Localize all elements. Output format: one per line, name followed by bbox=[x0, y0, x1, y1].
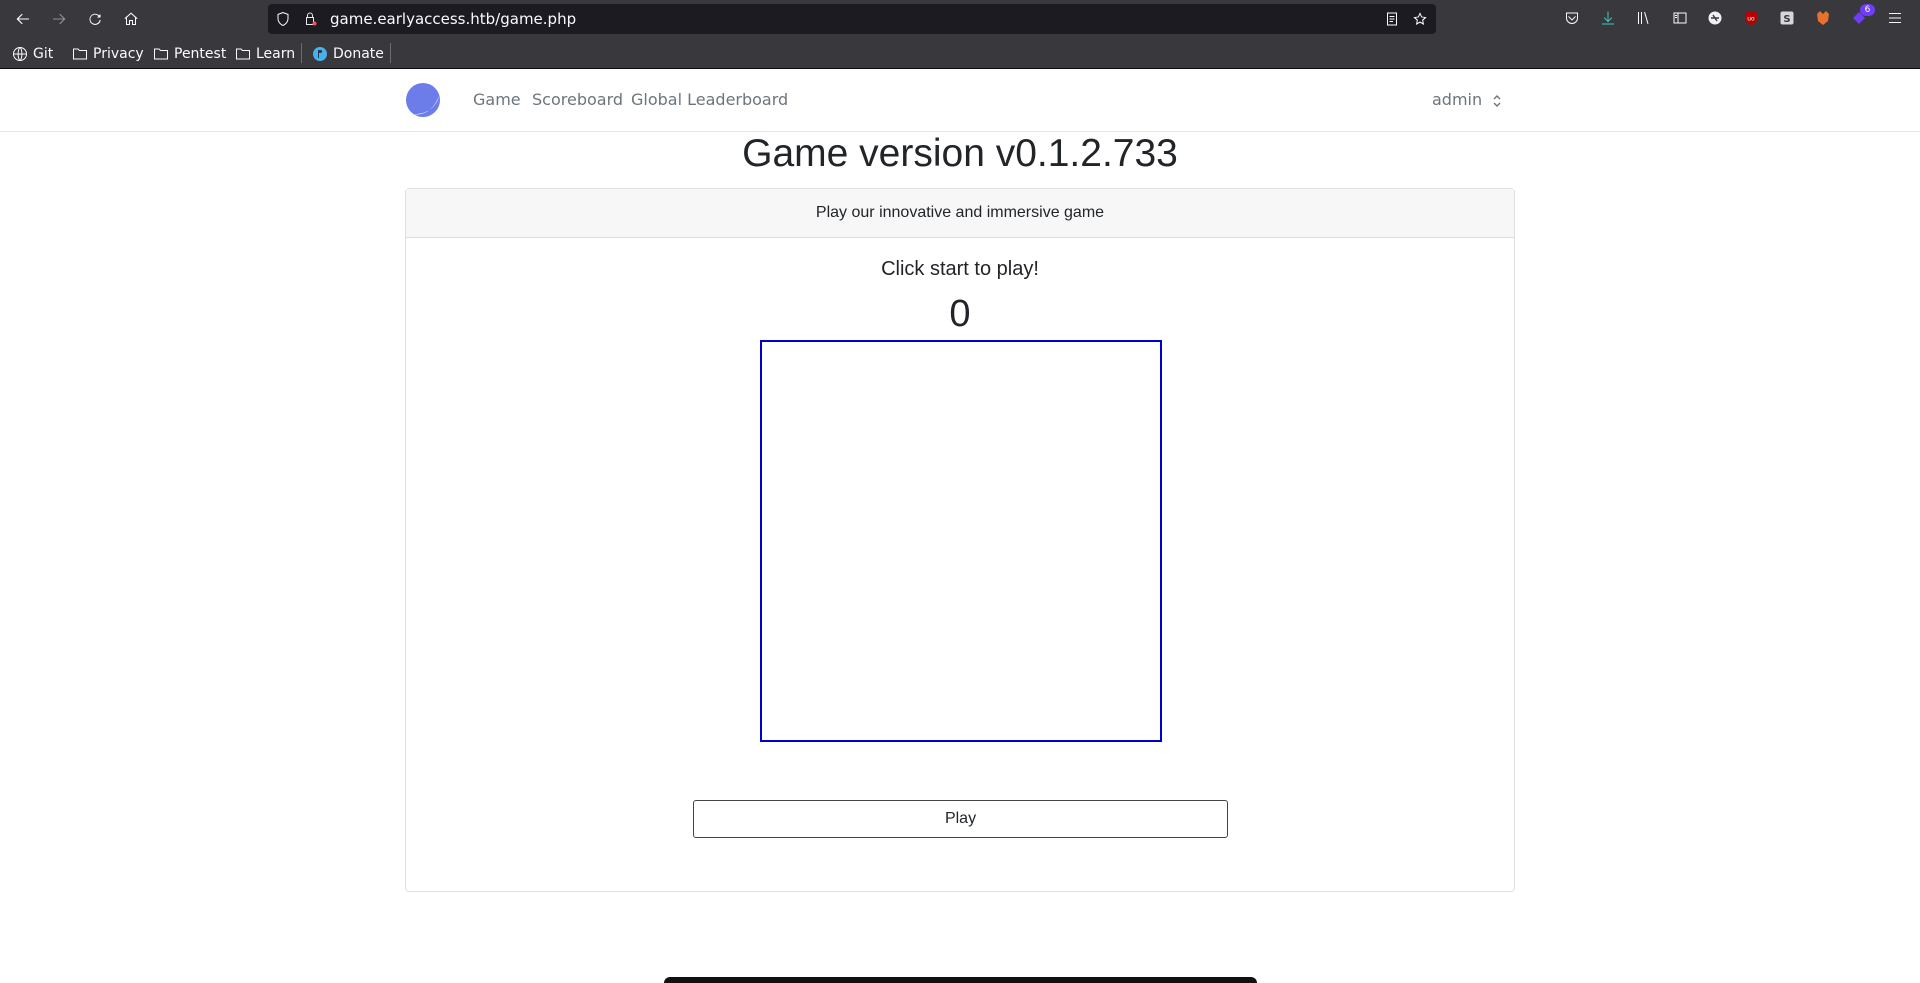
url-bar[interactable]: game.earlyaccess.htb/game.php bbox=[268, 4, 1436, 34]
svg-text:uo: uo bbox=[1747, 16, 1755, 23]
reload-icon[interactable] bbox=[81, 5, 109, 33]
site-logo-icon[interactable] bbox=[405, 82, 441, 118]
cookie-extension-icon[interactable] bbox=[1706, 9, 1724, 27]
bookmark-label: Git bbox=[33, 46, 54, 62]
nav-scoreboard[interactable]: Scoreboard bbox=[532, 90, 623, 109]
back-icon[interactable] bbox=[9, 5, 37, 33]
extension-badge: 6 bbox=[1860, 4, 1875, 16]
bookmark-star-icon[interactable] bbox=[1412, 11, 1428, 27]
home-icon[interactable] bbox=[117, 5, 145, 33]
game-card: Play our innovative and immersive game C… bbox=[405, 188, 1515, 892]
user-menu[interactable]: admin bbox=[1432, 90, 1482, 109]
folder-icon bbox=[73, 48, 87, 60]
site-navbar: Game Scoreboard Global Leaderboard admin bbox=[0, 69, 1920, 132]
game-canvas[interactable] bbox=[760, 340, 1162, 742]
bookmarks-bar: Git Privacy Pentest Learn Donate bbox=[0, 37, 1920, 69]
bookmark-separator bbox=[390, 43, 391, 63]
bookmark-label: Privacy bbox=[93, 46, 144, 62]
bottom-edge-element bbox=[664, 977, 1257, 983]
bookmark-label: Learn bbox=[256, 46, 296, 62]
page-title: Game version v0.1.2.733 bbox=[742, 132, 1178, 175]
folder-icon bbox=[236, 48, 250, 60]
globe-icon bbox=[13, 47, 27, 61]
pocket-icon[interactable] bbox=[1563, 9, 1581, 27]
sidebar-icon[interactable] bbox=[1671, 9, 1689, 27]
bookmark-label: Pentest bbox=[174, 46, 227, 62]
forward-icon[interactable] bbox=[45, 5, 73, 33]
browser-toolbar: game.earlyaccess.htb/game.php uo S 6 bbox=[0, 0, 1920, 37]
menu-icon[interactable] bbox=[1886, 9, 1904, 27]
nav-global-leaderboard[interactable]: Global Leaderboard bbox=[631, 90, 788, 109]
bookmark-privacy[interactable]: Privacy bbox=[72, 44, 144, 64]
bookmark-donate[interactable]: Donate bbox=[312, 44, 384, 64]
score-display: 0 bbox=[949, 293, 971, 335]
bookmark-separator bbox=[301, 43, 302, 63]
s-extension-icon[interactable]: S bbox=[1778, 9, 1796, 27]
reader-view-icon[interactable] bbox=[1384, 11, 1400, 27]
folder-icon bbox=[154, 48, 168, 60]
chevron-up-down-icon[interactable] bbox=[1490, 92, 1504, 110]
donate-icon bbox=[313, 47, 327, 61]
download-icon[interactable] bbox=[1599, 9, 1617, 27]
start-prompt: Click start to play! bbox=[881, 258, 1039, 280]
svg-text:S: S bbox=[1783, 14, 1790, 25]
card-header: Play our innovative and immersive game bbox=[406, 189, 1514, 238]
foxy-proxy-icon[interactable] bbox=[1814, 9, 1832, 27]
bookmark-git[interactable]: Git bbox=[12, 44, 53, 64]
nav-game[interactable]: Game bbox=[473, 90, 521, 109]
ublock-icon[interactable]: uo bbox=[1742, 9, 1760, 27]
bookmark-learn[interactable]: Learn bbox=[235, 44, 295, 64]
play-button[interactable]: Play bbox=[693, 800, 1228, 838]
bookmark-label: Donate bbox=[333, 46, 384, 62]
url-text[interactable]: game.earlyaccess.htb/game.php bbox=[330, 10, 576, 28]
bookmark-pentest[interactable]: Pentest bbox=[153, 44, 226, 64]
lock-icon[interactable] bbox=[302, 11, 318, 27]
shield-icon[interactable] bbox=[275, 11, 291, 27]
library-icon[interactable] bbox=[1635, 9, 1653, 27]
